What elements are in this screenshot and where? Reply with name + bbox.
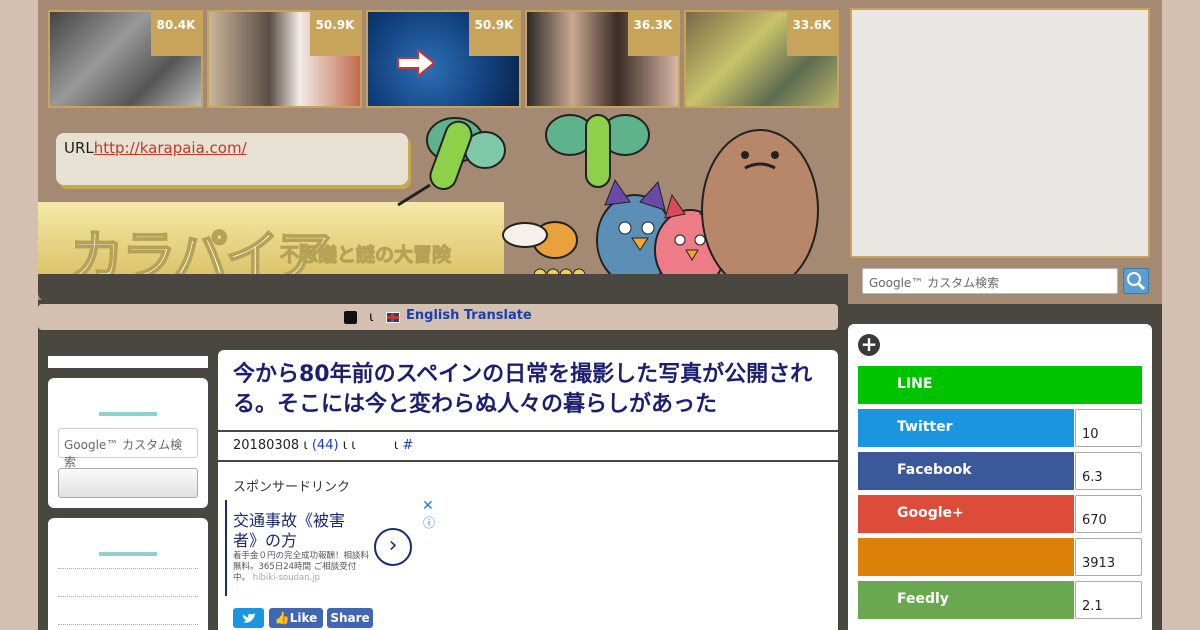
ad-domain: hibiki-soudan.jp — [252, 573, 321, 583]
share-row-googleplus[interactable]: Google+ 670 — [858, 495, 1142, 533]
thumbs-up-icon: 👍 — [274, 611, 290, 625]
facebook-like-button[interactable]: 👍Like — [269, 608, 323, 628]
tweet-button[interactable] — [233, 608, 264, 628]
translate-bar: ι English Translate — [38, 304, 838, 330]
arrow-icon — [397, 48, 436, 78]
share-row-hatena[interactable]: 3913 — [858, 538, 1142, 576]
ad-chevron-right-icon[interactable]: › — [374, 528, 412, 566]
twitter-share-label[interactable]: Twitter — [858, 409, 1074, 447]
twitter-bird-icon — [242, 613, 255, 623]
search-button[interactable] — [1123, 268, 1149, 294]
article-date: 20180308 — [233, 438, 300, 453]
ad-body: 着手金０円の完全成功報酬！相談料無料。365日24時間 ご相談受付中。 hibi… — [233, 551, 373, 584]
facebook-share-label[interactable]: Facebook — [858, 452, 1074, 490]
popular-thumb-1[interactable]: 80.4K — [48, 10, 203, 108]
twitter-count: 10 — [1075, 409, 1142, 447]
sidebar-search-input[interactable]: Google™ カスタム検索 — [58, 428, 198, 469]
hatena-share-label[interactable] — [858, 538, 1074, 576]
popular-thumb-4[interactable]: 36.3K — [525, 10, 680, 108]
header-bottom-bar — [38, 274, 848, 302]
sidebar-search-button[interactable] — [58, 468, 198, 498]
meta-sep: ι ι — [342, 438, 356, 453]
plus-icon[interactable]: + — [858, 334, 880, 356]
comment-count-link[interactable]: (44) — [312, 438, 339, 453]
googleplus-count: 670 — [1075, 495, 1142, 533]
sidebar-list-item[interactable] — [58, 624, 198, 625]
thumb-count: 50.9K — [469, 12, 519, 56]
ad-banner-right[interactable] — [850, 8, 1150, 258]
thumb-count: 50.9K — [310, 12, 360, 56]
url-box: URLhttp://karapaia.com/ — [56, 133, 408, 185]
meta-sep: ι — [303, 438, 308, 453]
thumb-count: 33.6K — [787, 12, 837, 56]
site-url-link[interactable]: http://karapaia.com/ — [94, 139, 247, 157]
googleplus-share-label[interactable]: Google+ — [858, 495, 1074, 533]
popular-thumb-5[interactable]: 33.6K — [684, 10, 839, 108]
share-row-line[interactable]: LINE — [858, 366, 1142, 404]
sidebar-heading-line — [99, 552, 157, 556]
sidebar-list-box — [48, 518, 208, 630]
sidebar-heading-line — [99, 412, 157, 416]
translate-icons: ι — [344, 310, 400, 325]
ad-close-icon[interactable]: ✕ — [422, 498, 434, 514]
meta-sep: ι — [393, 438, 399, 453]
share-row-twitter[interactable]: Twitter 10 — [858, 409, 1142, 447]
hatena-count: 3913 — [1075, 538, 1142, 576]
ad-headline[interactable]: 交通事故《被害者》の方 — [233, 511, 368, 551]
mascot-illustration — [397, 114, 819, 291]
feedly-count: 2.1 — [1075, 581, 1142, 619]
url-label: URL — [64, 139, 94, 157]
sidebar-top-strip — [48, 356, 208, 368]
hash-link[interactable]: # — [402, 438, 413, 453]
divider — [218, 460, 838, 462]
divider — [218, 430, 838, 432]
popular-thumb-2[interactable]: 50.9K — [207, 10, 362, 108]
article-title[interactable]: 今から80年前のスペインの日常を撮影した写真が公開される。そこには今と変わらぬ人… — [233, 360, 823, 422]
thumb-count: 80.4K — [151, 12, 201, 56]
article-meta: 20180308 ι (44) ι ι ι # — [233, 438, 413, 453]
line-share-label[interactable]: LINE — [858, 366, 1142, 404]
search-input-top[interactable]: Google™ カスタム検索 — [862, 268, 1118, 294]
popular-thumb-3[interactable]: 50.9K — [366, 10, 521, 108]
uk-flag-icon[interactable] — [385, 312, 400, 323]
like-label: Like — [289, 611, 318, 625]
share-row-feedly[interactable]: Feedly 2.1 — [858, 581, 1142, 619]
facebook-count: 6.3 — [1075, 452, 1142, 490]
facebook-share-button[interactable]: Share — [327, 608, 373, 628]
share-row-facebook[interactable]: Facebook 6.3 — [858, 452, 1142, 490]
sidebar-list-item[interactable] — [58, 568, 198, 569]
thumb-count: 36.3K — [628, 12, 678, 56]
sidebar-list-item[interactable] — [58, 596, 198, 597]
ad-info-icon[interactable]: ⓘ — [423, 514, 435, 531]
search-icon — [1127, 272, 1146, 291]
translate-sep: ι — [369, 310, 374, 325]
feedly-share-label[interactable]: Feedly — [858, 581, 1074, 619]
globe-icon[interactable] — [344, 311, 357, 324]
sponsored-label: スポンサードリンク — [233, 480, 351, 495]
english-translate-link[interactable]: English Translate — [406, 308, 532, 323]
